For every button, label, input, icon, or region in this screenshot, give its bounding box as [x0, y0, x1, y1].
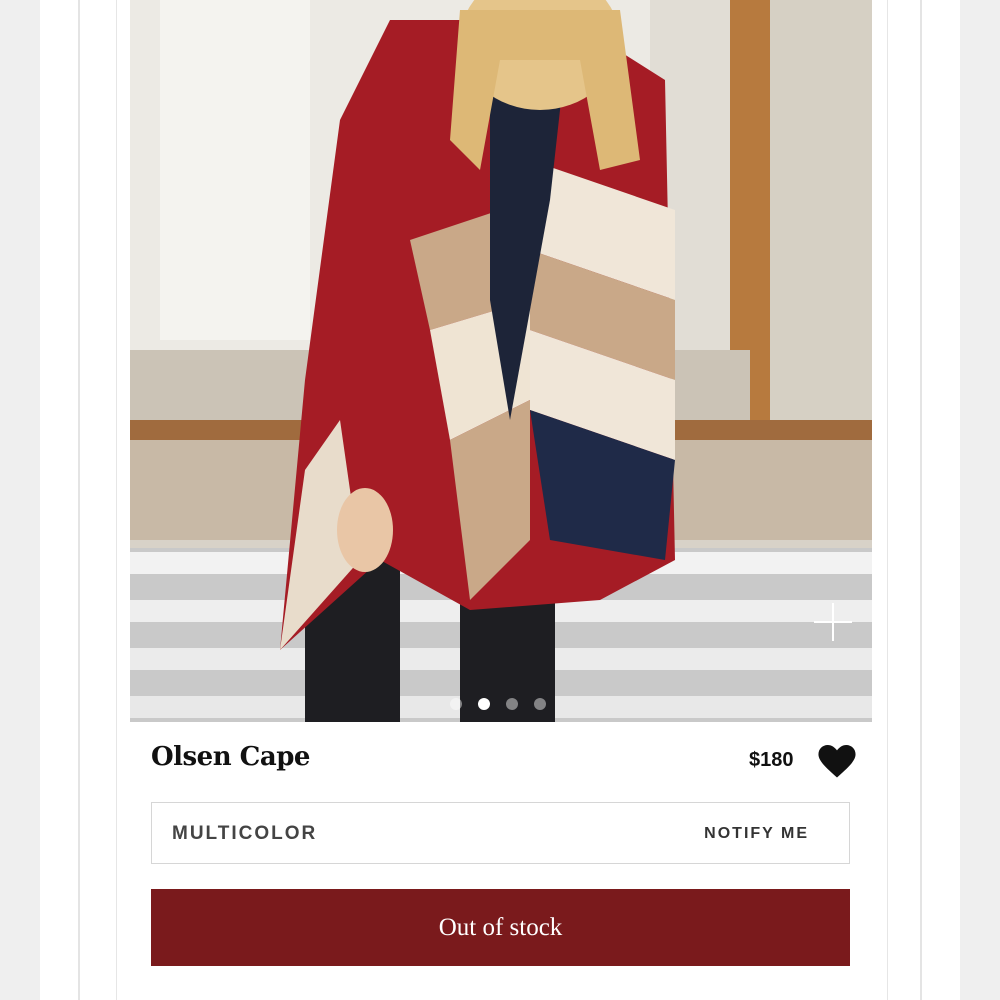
out-of-stock-button[interactable]: Out of stock: [151, 889, 850, 966]
variant-selector[interactable]: MULTICOLOR NOTIFY ME: [151, 802, 850, 864]
frame-divider-right: [920, 0, 922, 1000]
notify-me-button[interactable]: NOTIFY ME: [704, 825, 809, 843]
frame-divider-left: [78, 0, 80, 1000]
product-name: Olsen Cape: [151, 742, 310, 772]
carousel-dot-active[interactable]: [478, 698, 490, 710]
carousel-dot[interactable]: [534, 698, 546, 710]
variant-color-label: MULTICOLOR: [172, 823, 318, 844]
page-background-right: [960, 0, 1000, 1000]
product-photo: [130, 0, 872, 722]
product-price: $180: [749, 749, 794, 771]
plus-icon[interactable]: [814, 603, 852, 641]
product-image[interactable]: [130, 0, 872, 722]
carousel-dot[interactable]: [506, 698, 518, 710]
page-background-left: [0, 0, 40, 1000]
heart-icon[interactable]: [818, 745, 856, 779]
carousel-dot[interactable]: [450, 698, 462, 710]
carousel-indicator: [450, 698, 546, 710]
